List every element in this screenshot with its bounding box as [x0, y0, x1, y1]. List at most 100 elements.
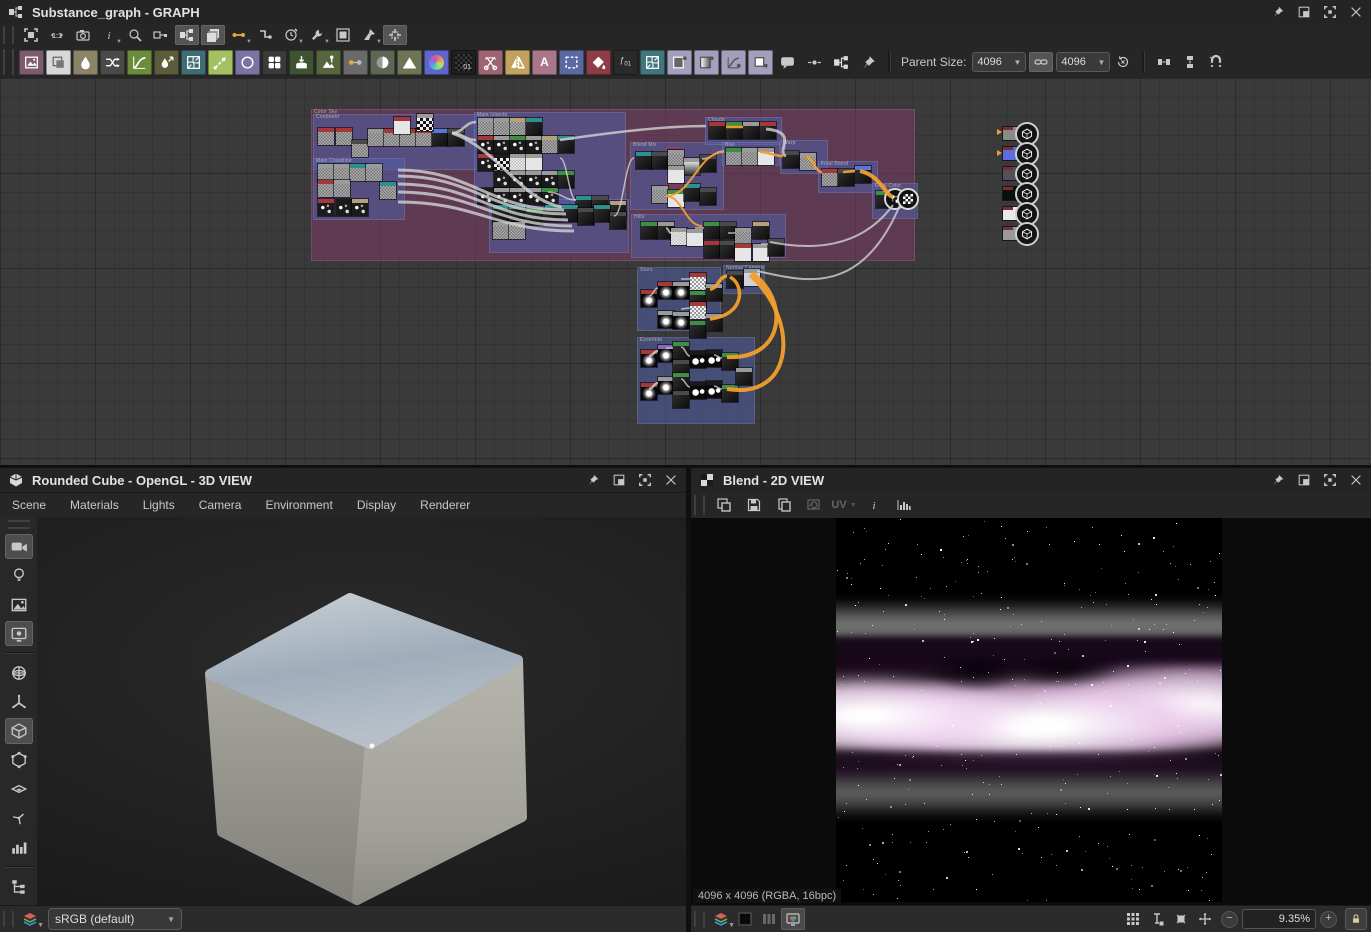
snap-grid-icon[interactable] — [383, 25, 407, 45]
graph-node[interactable] — [700, 188, 716, 205]
graph-node[interactable] — [594, 205, 610, 222]
camera-tool-icon[interactable] — [5, 534, 33, 559]
pin-icon[interactable] — [1267, 471, 1289, 489]
square-shape-node-button[interactable] — [748, 50, 773, 75]
graph-node[interactable] — [736, 368, 752, 385]
display-settings-icon[interactable] — [5, 621, 33, 646]
maximize-icon[interactable] — [1319, 3, 1341, 21]
panel-splitter-horizontal[interactable] — [0, 465, 1371, 468]
graph-node[interactable] — [336, 199, 352, 216]
menu-display[interactable]: Display — [345, 493, 408, 517]
graph-node[interactable] — [526, 188, 542, 205]
image-refresh-icon[interactable] — [800, 494, 828, 516]
layers-stack-icon[interactable] — [201, 25, 225, 45]
graph-node[interactable] — [494, 171, 510, 188]
fit-frame-icon[interactable] — [1169, 908, 1193, 930]
levels-node-button[interactable]: 01 — [451, 50, 476, 75]
graph-node[interactable] — [673, 312, 689, 329]
graph-node[interactable] — [334, 180, 350, 197]
menu-scene[interactable]: Scene — [0, 493, 58, 517]
final-output-node[interactable] — [897, 188, 919, 210]
graph-node[interactable] — [727, 271, 743, 288]
graph-node[interactable] — [478, 118, 494, 135]
graph-node[interactable] — [494, 136, 510, 153]
dock-icon[interactable] — [608, 471, 630, 489]
graph-node[interactable] — [509, 222, 525, 239]
light-tool-icon[interactable] — [5, 563, 33, 588]
turbine-icon[interactable] — [5, 806, 33, 831]
graph-node[interactable] — [690, 351, 706, 368]
graph-node[interactable] — [671, 228, 687, 245]
graph-node[interactable] — [673, 282, 689, 299]
graph-node[interactable] — [742, 148, 758, 165]
zoom-out-button[interactable]: − — [1221, 911, 1238, 928]
graph-node[interactable] — [510, 188, 526, 205]
graph-node[interactable] — [641, 290, 657, 307]
graph-node[interactable] — [542, 171, 558, 188]
graph-node[interactable] — [658, 345, 674, 362]
close-icon[interactable] — [660, 471, 682, 489]
graph-node[interactable] — [318, 164, 334, 181]
directional-warp-node-button[interactable] — [208, 50, 233, 75]
dot-node-button[interactable] — [343, 50, 368, 75]
graph-node[interactable] — [318, 128, 334, 145]
graph-node[interactable] — [673, 342, 689, 359]
graph-node[interactable] — [366, 164, 382, 181]
graph-node[interactable] — [478, 136, 494, 153]
graph-node[interactable] — [526, 154, 542, 171]
graph-node[interactable] — [838, 169, 854, 186]
emboss-node-button[interactable] — [235, 50, 260, 75]
copy-image-icon[interactable] — [710, 494, 738, 516]
wire-sphere-icon[interactable] — [5, 660, 33, 685]
toolbar-grip[interactable] — [694, 495, 705, 516]
directional-blur-node-button[interactable] — [154, 50, 179, 75]
zoom-level-field[interactable]: 9.35% — [1242, 909, 1316, 929]
distribute-vertical-icon[interactable] — [1178, 52, 1202, 72]
stats-icon[interactable] — [5, 835, 33, 860]
grid-icon[interactable] — [1121, 908, 1145, 930]
graph-node[interactable] — [726, 122, 742, 139]
parent-size-height-select[interactable]: 4096▼ — [1056, 52, 1110, 72]
graph-node[interactable] — [668, 166, 684, 183]
graph-node[interactable] — [641, 222, 657, 239]
rounded-cube-icon[interactable] — [5, 718, 33, 743]
graph-node[interactable] — [432, 129, 448, 146]
graph-node[interactable] — [700, 155, 716, 172]
link-routing-icon[interactable] — [253, 25, 277, 45]
spline-node-button[interactable] — [478, 50, 503, 75]
menu-materials[interactable]: Materials — [58, 493, 131, 517]
normal-node-button[interactable] — [370, 50, 395, 75]
graph-node[interactable] — [526, 136, 542, 153]
graph-node[interactable] — [334, 164, 350, 181]
maximize-icon[interactable] — [1319, 471, 1341, 489]
graph-node[interactable] — [510, 136, 526, 153]
graph-node[interactable] — [417, 114, 433, 131]
pin-icon[interactable] — [582, 471, 604, 489]
graph-node[interactable] — [380, 182, 396, 199]
graph-node[interactable] — [673, 373, 689, 390]
scene-tree-icon[interactable] — [5, 874, 33, 899]
channel-shuffle-node-button[interactable] — [100, 50, 125, 75]
graph-node[interactable] — [735, 228, 751, 245]
graph-node[interactable] — [562, 205, 578, 222]
graph-node[interactable] — [822, 169, 838, 186]
warp-node-button[interactable] — [640, 50, 665, 75]
graph-node[interactable] — [768, 239, 784, 256]
curve-atomic-node-button[interactable] — [721, 50, 746, 75]
snap-magnet-icon[interactable] — [1204, 52, 1228, 72]
graph-node[interactable] — [652, 152, 668, 169]
menu-renderer[interactable]: Renderer — [408, 493, 482, 517]
graph-node[interactable] — [706, 350, 722, 367]
compute-time-icon[interactable]: ▼ — [279, 25, 303, 45]
graph-node[interactable] — [641, 350, 657, 367]
graph-node[interactable] — [684, 158, 700, 175]
graph-node[interactable] — [855, 166, 871, 183]
fit-view-icon[interactable] — [19, 25, 43, 45]
graph-node[interactable] — [658, 311, 674, 328]
text-node-button[interactable]: A — [532, 50, 557, 75]
hsl-node-button[interactable] — [424, 50, 449, 75]
colorspace-layers-icon[interactable]: ▼ — [709, 908, 733, 930]
graph-view-icon[interactable] — [175, 25, 199, 45]
graph-node[interactable] — [494, 118, 510, 135]
graph-node[interactable] — [510, 154, 526, 171]
